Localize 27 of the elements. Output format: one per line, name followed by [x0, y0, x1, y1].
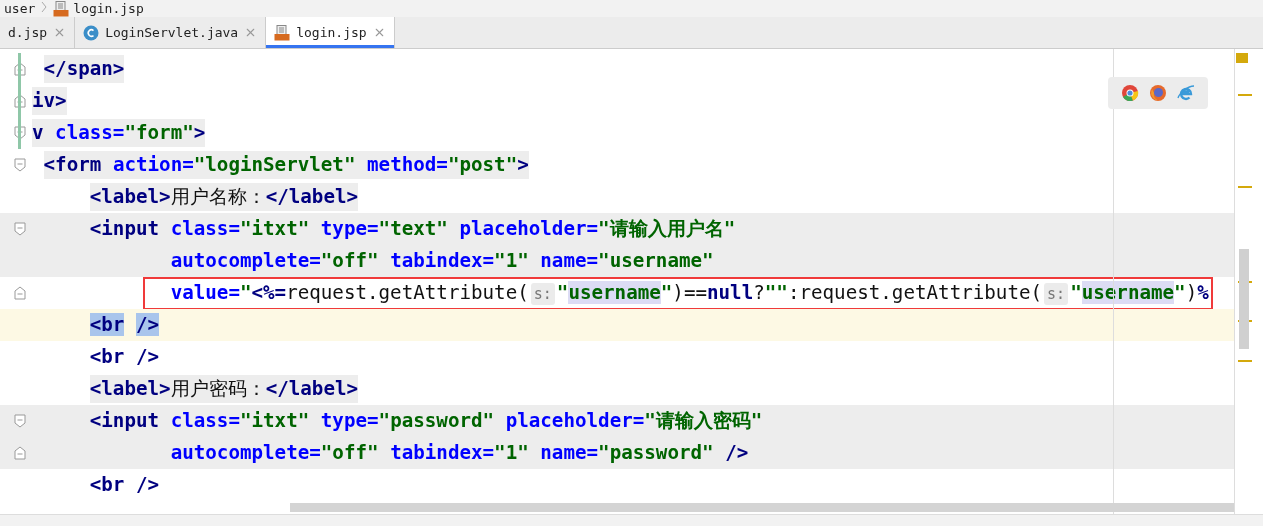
class-file-icon: [83, 24, 100, 41]
editor-tab[interactable]: login.jsp: [266, 17, 395, 48]
horizontal-scrollbar[interactable]: [290, 503, 1234, 512]
jsp-file-icon: [274, 24, 291, 41]
status-icon: [1236, 53, 1248, 63]
breadcrumb-item[interactable]: login.jsp: [73, 1, 144, 16]
code-line: autocomplete="off" tabindex="1" name="username": [170, 248, 714, 274]
code-line: <input class="itxt" type="text" placeholder="请输入用户名": [89, 216, 736, 242]
code-line: <br />: [89, 312, 160, 338]
code-line: autocomplete="off" tabindex="1" name="password" />: [170, 440, 749, 466]
firefox-icon[interactable]: [1149, 84, 1167, 102]
fold-icon[interactable]: [14, 158, 26, 172]
fold-icon[interactable]: [14, 286, 26, 300]
editor-tab[interactable]: d.jsp: [0, 17, 76, 48]
code-line: <br />: [89, 344, 160, 370]
fold-icon[interactable]: [14, 94, 26, 108]
chrome-icon[interactable]: [1121, 84, 1139, 102]
fold-icon[interactable]: [14, 126, 26, 140]
fold-icon[interactable]: [14, 446, 26, 460]
fold-icon[interactable]: [14, 222, 26, 236]
code-line: <input class="itxt" type="password" placeholder="请输入密码": [89, 408, 763, 434]
ie-icon[interactable]: [1177, 84, 1195, 102]
vertical-scrollbar[interactable]: [1239, 249, 1249, 349]
fold-icon[interactable]: [14, 414, 26, 428]
fold-icon[interactable]: [14, 62, 26, 76]
code-line: <br />: [89, 472, 160, 498]
breadcrumb-item[interactable]: user: [4, 1, 36, 16]
